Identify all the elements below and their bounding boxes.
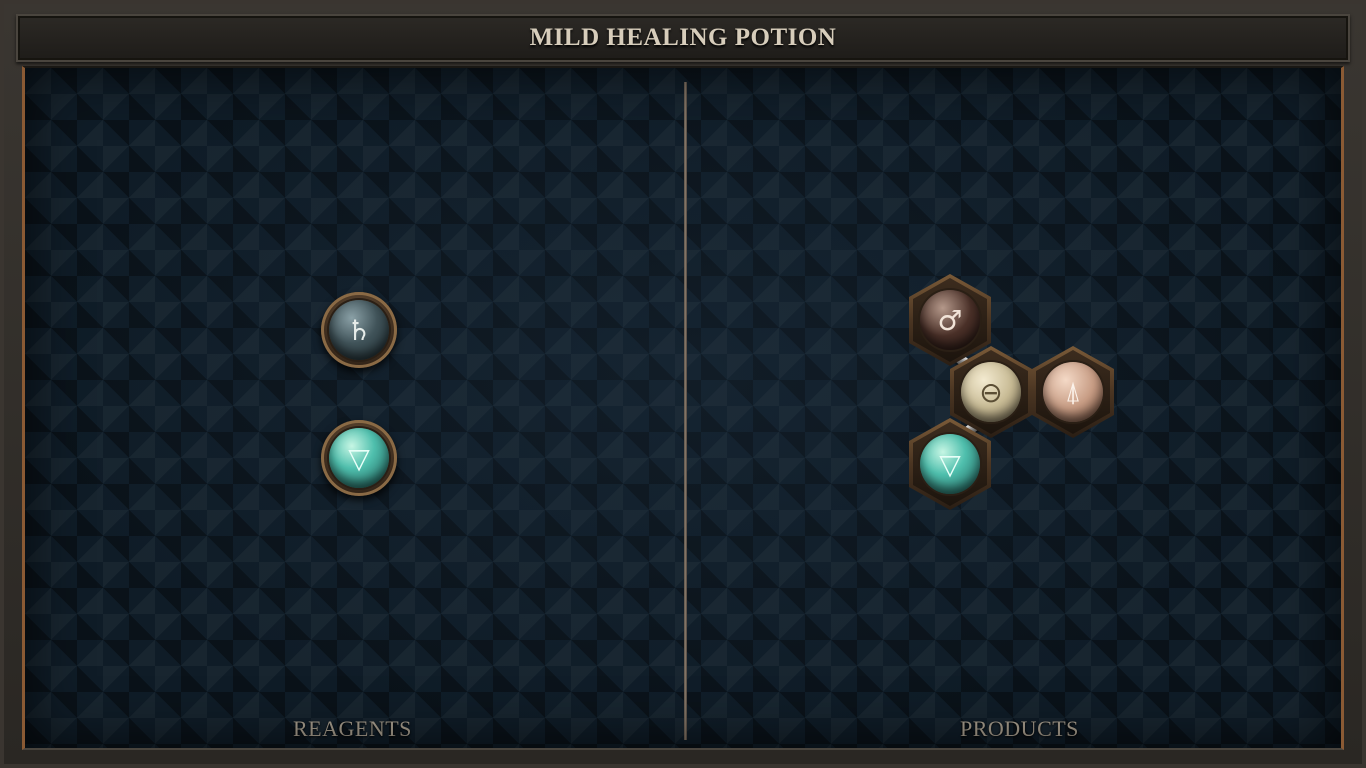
reagent-atom-water[interactable]: ▽	[321, 420, 397, 496]
panel-divider	[684, 82, 687, 740]
reagent-atom-saturn[interactable]: ♄	[321, 292, 397, 368]
water-icon: ▽	[920, 434, 980, 494]
product-atom-water[interactable]: ▽	[909, 418, 991, 510]
reagents-label: REAGENTS	[293, 716, 412, 741]
product-atom-metal[interactable]: ⍋	[1032, 346, 1114, 438]
saturn-icon: ♄	[329, 300, 389, 360]
recipe-board: ♄ ▽ ♂ ⍋ ⊖ ▽ REAGENTS PRODUCTS	[22, 66, 1344, 750]
salt-icon: ⊖	[961, 362, 1021, 422]
products-label: PRODUCTS	[960, 716, 1079, 741]
water-icon: ▽	[329, 428, 389, 488]
page-title: MILD HEALING POTION	[529, 24, 837, 51]
product-atom-mars[interactable]: ♂	[909, 274, 991, 366]
metal-icon: ⍋	[1043, 362, 1103, 422]
mars-icon: ♂	[920, 290, 980, 350]
title-bar: MILD HEALING POTION	[16, 14, 1350, 62]
